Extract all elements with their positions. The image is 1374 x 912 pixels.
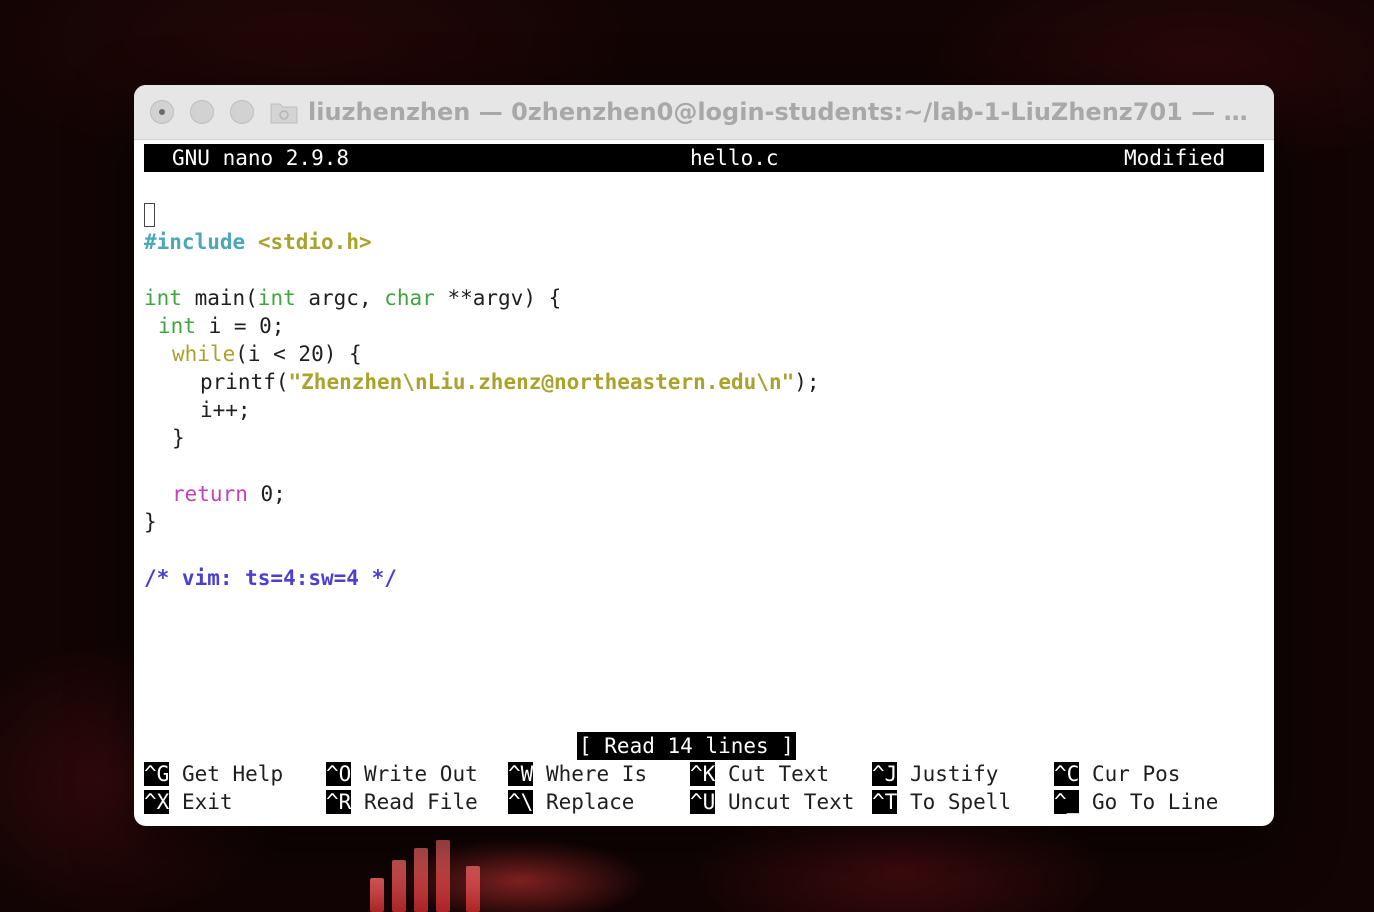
code-line-7[interactable]: printf("Zhenzhen\nLiu.zhenz@northeastern… [200,368,820,396]
shortcut-key: ^O [326,762,352,786]
zoom-window-button[interactable] [230,100,254,124]
shortcut-get-help[interactable]: ^G Get Help [144,760,283,788]
code-line-11[interactable]: return 0; [172,480,286,508]
code-text: i = 0; [195,314,285,338]
code-line-6[interactable]: while(i < 20) { [172,340,362,368]
shortcut-go-to-line[interactable]: ^_ Go To Line [1054,788,1218,816]
close-window-button[interactable] [150,100,174,124]
shortcut-key: ^G [144,762,170,786]
code-line-9[interactable]: } [172,424,185,452]
shortcut-label: Cur Pos [1091,762,1181,786]
nano-editor[interactable]: GNU nano 2.9.8 hello.c Modified #include… [144,144,1264,819]
shortcut-read-file[interactable]: ^R Read File [326,788,478,816]
shortcut-cur-pos[interactable]: ^C Cur Pos [1054,760,1180,788]
shortcut-uncut-text[interactable]: ^U Uncut Text [690,788,854,816]
code-text: } [172,426,185,450]
close-dot-icon [159,109,165,115]
code-line-12[interactable]: } [144,508,157,536]
code-text: printf( [200,370,289,394]
while-keyword: while [172,342,236,366]
shortcut-label: Cut Text [727,762,830,786]
code-text: main( [181,286,258,310]
terminal-window: liuzhenzhen — 0zhenzhen0@login-students:… [134,85,1274,826]
title-bar[interactable]: liuzhenzhen — 0zhenzhen0@login-students:… [134,85,1274,140]
code-line-4[interactable]: int main(int argc, char **argv) { [144,284,561,312]
vim-modeline-comment: /* vim: ts=4:sw=4 */ [144,566,397,590]
int-keyword: int [257,286,296,310]
shortcut-where-is[interactable]: ^W Where Is [508,760,647,788]
shortcut-key: ^_ [1054,790,1080,814]
code-text: } [144,510,157,534]
status-message: [ Read 14 lines ] [577,732,796,760]
code-text: i++; [200,398,251,422]
code-line-8[interactable]: i++; [200,396,251,424]
code-line-14[interactable]: /* vim: ts=4:sw=4 */ [144,564,397,592]
return-keyword: return [172,482,248,506]
shortcut-label: Exit [181,790,233,814]
modified-indicator: Modified [1124,146,1226,170]
int-keyword: int [158,314,196,338]
text-cursor [144,203,155,227]
shortcut-key: ^T [872,790,898,814]
shortcut-write-out[interactable]: ^O Write Out [326,760,478,788]
shortcut-label: Read File [363,790,478,814]
shortcut-replace[interactable]: ^\ Replace [508,788,634,816]
folder-icon [270,103,298,124]
shortcut-label: Justify [909,762,999,786]
shortcut-label: Replace [545,790,635,814]
code-text: **argv) { [434,286,562,310]
char-keyword: char [384,286,435,310]
shortcut-label: Go To Line [1091,790,1219,814]
shortcut-to-spell[interactable]: ^T To Spell [872,788,1011,816]
shortcut-key: ^W [508,762,534,786]
code-line-2[interactable]: #include <stdio.h> [144,228,372,256]
include-directive: #include [144,230,246,254]
file-name: hello.c [690,146,779,170]
shortcut-key: ^K [690,762,716,786]
nano-header-bar: GNU nano 2.9.8 hello.c Modified [144,144,1264,172]
code-text: 0; [247,482,286,506]
code-text: argc, [295,286,385,310]
shortcut-key: ^J [872,762,898,786]
shortcut-label: Get Help [181,762,284,786]
window-title: liuzhenzhen — 0zhenzhen0@login-students:… [308,98,1248,126]
shortcut-exit[interactable]: ^X Exit [144,788,233,816]
code-line-1[interactable] [144,200,155,228]
string-literal: "Zhenzhen\nLiu.zhenz@northeastern.edu\n" [288,370,795,394]
shortcut-label: To Spell [909,790,1012,814]
shortcut-key: ^\ [508,790,534,814]
shortcut-label: Write Out [363,762,478,786]
code-line-5[interactable]: int i = 0; [158,312,284,340]
nano-version: GNU nano 2.9.8 [172,146,350,170]
shortcut-label: Where Is [545,762,648,786]
shortcut-justify[interactable]: ^J Justify [872,760,998,788]
shortcut-cut-text[interactable]: ^K Cut Text [690,760,829,788]
background-decoration [370,840,530,912]
shortcut-key: ^R [326,790,352,814]
include-header: <stdio.h> [257,230,372,254]
shortcut-key: ^C [1054,762,1080,786]
minimize-window-button[interactable] [190,100,214,124]
shortcut-label: Uncut Text [727,790,855,814]
int-keyword: int [144,286,182,310]
code-text: ); [794,370,820,394]
shortcut-key: ^U [690,790,716,814]
code-text: (i < 20) { [235,342,362,366]
shortcut-key: ^X [144,790,170,814]
